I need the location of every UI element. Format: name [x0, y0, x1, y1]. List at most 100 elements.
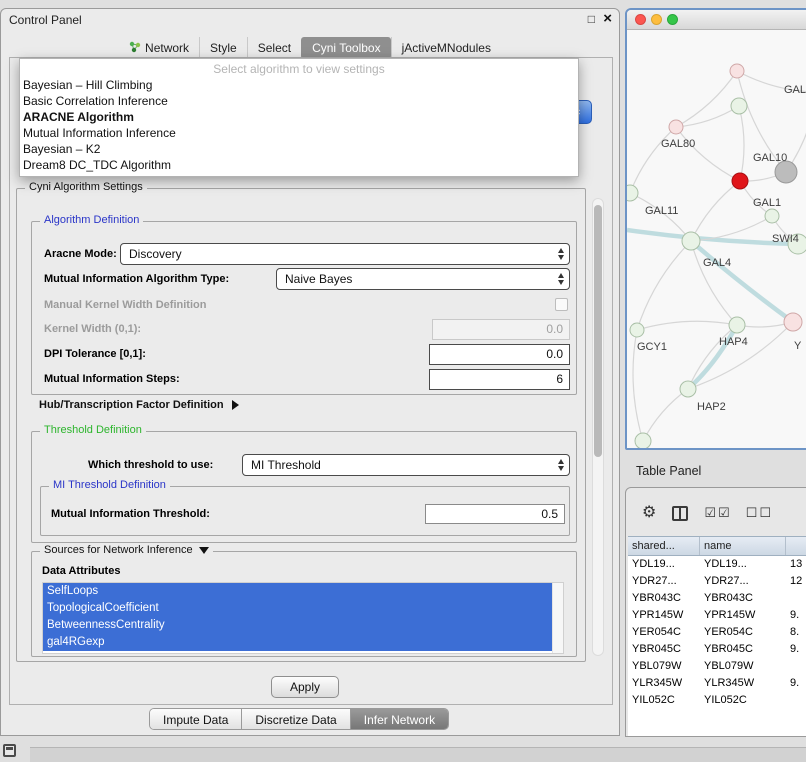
table-cell[interactable]: 9.: [786, 675, 806, 692]
kernel-width-field[interactable]: 0.0: [432, 319, 570, 340]
table-cell[interactable]: YBR045C: [700, 641, 786, 658]
dropdown-item[interactable]: Dream8 DC_TDC Algorithm: [20, 157, 578, 173]
dropdown-item[interactable]: Bayesian – Hill Climbing: [20, 77, 578, 93]
network-edge[interactable]: [637, 321, 737, 330]
dropdown-item[interactable]: Basic Correlation Inference: [20, 93, 578, 109]
zoom-traffic-light-icon[interactable]: [667, 14, 678, 25]
table-column-header[interactable]: [786, 537, 806, 555]
table-cell[interactable]: YDR27...: [700, 573, 786, 590]
list-item[interactable]: BetweennessCentrality: [43, 617, 552, 634]
table-cell[interactable]: YPR145W: [700, 607, 786, 624]
table-cell[interactable]: 12: [786, 573, 806, 590]
table-column-header[interactable]: name: [700, 537, 786, 555]
list-item[interactable]: TopologicalCoefficient: [43, 600, 552, 617]
network-node[interactable]: [669, 120, 683, 134]
mi-steps-field[interactable]: 6: [429, 369, 570, 390]
table-cell[interactable]: YER054C: [628, 624, 700, 641]
aracne-mode-select[interactable]: Discovery: [120, 243, 570, 265]
network-node[interactable]: [784, 313, 802, 331]
table-cell[interactable]: YBR043C: [628, 590, 700, 607]
table-cell[interactable]: 13: [786, 556, 806, 573]
table-cell[interactable]: YIL052C: [628, 692, 700, 709]
close-icon[interactable]: ×: [603, 10, 612, 27]
network-node[interactable]: [775, 161, 797, 183]
table-cell[interactable]: [786, 692, 806, 709]
gear-icon[interactable]: ⚙: [642, 505, 656, 521]
table-cell[interactable]: YER054C: [700, 624, 786, 641]
network-node[interactable]: [730, 64, 744, 78]
network-node[interactable]: [731, 98, 747, 114]
dropdown-item-selected[interactable]: ARACNE Algorithm: [20, 109, 578, 125]
apply-button[interactable]: Apply: [271, 676, 339, 698]
which-threshold-select[interactable]: MI Threshold: [242, 454, 570, 476]
table-column-header[interactable]: shared...: [628, 537, 700, 555]
table-row[interactable]: YDR27...YDR27...12: [628, 573, 806, 590]
table-row[interactable]: YDL19...YDL19...13: [628, 556, 806, 573]
float-window-icon[interactable]: □: [588, 12, 595, 26]
table-row[interactable]: YLR345WYLR345W9.: [628, 675, 806, 692]
network-graph[interactable]: GAL80GAL10GAL11GAL1SWI4GAL4GCY1HAP4YHAP2…: [627, 30, 806, 448]
table-cell[interactable]: [786, 590, 806, 607]
network-edge[interactable]: [739, 106, 744, 181]
dropdown-item[interactable]: Mutual Information Inference: [20, 125, 578, 141]
collapse-arrow-icon[interactable]: [199, 547, 209, 554]
table-row[interactable]: YIL052CYIL052C: [628, 692, 806, 709]
network-edge[interactable]: [676, 71, 737, 127]
table-cell[interactable]: YLR345W: [628, 675, 700, 692]
deselect-all-icon[interactable]: ☐ ☐: [746, 505, 771, 521]
table-cell[interactable]: YDR27...: [628, 573, 700, 590]
manual-kernel-width-checkbox[interactable]: [555, 298, 568, 311]
table-row[interactable]: YPR145WYPR145W9.: [628, 607, 806, 624]
tab-jactivemodules[interactable]: jActiveMNodules: [391, 37, 501, 59]
network-edge[interactable]: [630, 127, 676, 193]
list-item[interactable]: gal4RGexp: [43, 634, 552, 651]
table-cell[interactable]: YIL052C: [700, 692, 786, 709]
dropdown-item[interactable]: Bayesian – K2: [20, 141, 578, 157]
table-cell[interactable]: YDL19...: [628, 556, 700, 573]
table-cell[interactable]: YDL19...: [700, 556, 786, 573]
mi-algorithm-type-select[interactable]: Naive Bayes: [276, 268, 570, 290]
network-node[interactable]: [729, 317, 745, 333]
table-cell[interactable]: YBR043C: [700, 590, 786, 607]
network-node[interactable]: [627, 185, 638, 201]
tab-select[interactable]: Select: [247, 37, 301, 59]
network-node[interactable]: [682, 232, 700, 250]
table-row[interactable]: YBR045CYBR045C9.: [628, 641, 806, 658]
network-node[interactable]: [765, 209, 779, 223]
tab-impute-data[interactable]: Impute Data: [150, 709, 241, 729]
network-node[interactable]: [635, 433, 651, 448]
table-cell[interactable]: YBL079W: [700, 658, 786, 675]
columns-icon[interactable]: [672, 506, 688, 521]
docked-panel-icon[interactable]: [3, 744, 16, 757]
tab-infer-network[interactable]: Infer Network: [350, 709, 448, 729]
network-edge[interactable]: [691, 181, 740, 241]
tab-style[interactable]: Style: [199, 37, 247, 59]
table-cell[interactable]: YBL079W: [628, 658, 700, 675]
table-row[interactable]: YBR043CYBR043C: [628, 590, 806, 607]
tab-discretize-data[interactable]: Discretize Data: [241, 709, 349, 729]
network-canvas[interactable]: GAL80GAL10GAL11GAL1SWI4GAL4GCY1HAP4YHAP2…: [627, 30, 806, 448]
network-edge[interactable]: [691, 241, 737, 325]
table-cell[interactable]: 8.: [786, 624, 806, 641]
tab-cyni-toolbox[interactable]: Cyni Toolbox: [301, 37, 390, 59]
table-cell[interactable]: YLR345W: [700, 675, 786, 692]
network-node[interactable]: [732, 173, 748, 189]
list-scrollbar[interactable]: [552, 583, 563, 653]
table-cell[interactable]: YBR045C: [628, 641, 700, 658]
dpi-tolerance-field[interactable]: 0.0: [429, 344, 570, 365]
minimize-traffic-light-icon[interactable]: [651, 14, 662, 25]
table-row[interactable]: YER054CYER054C8.: [628, 624, 806, 641]
network-edge[interactable]: [786, 92, 806, 172]
table-cell[interactable]: [786, 658, 806, 675]
network-edge[interactable]: [676, 127, 740, 181]
network-node[interactable]: [630, 323, 644, 337]
mi-threshold-field[interactable]: 0.5: [425, 504, 565, 524]
network-edge[interactable]: [676, 106, 739, 127]
expand-arrow-icon[interactable]: [232, 400, 239, 410]
table-cell[interactable]: 9.: [786, 607, 806, 624]
table-row[interactable]: YBL079WYBL079W: [628, 658, 806, 675]
network-edge[interactable]: [637, 241, 691, 330]
hub-transcription-factor-section[interactable]: Hub/Transcription Factor Definition: [39, 399, 239, 411]
list-item[interactable]: SelfLoops: [43, 583, 552, 600]
table-cell[interactable]: YPR145W: [628, 607, 700, 624]
